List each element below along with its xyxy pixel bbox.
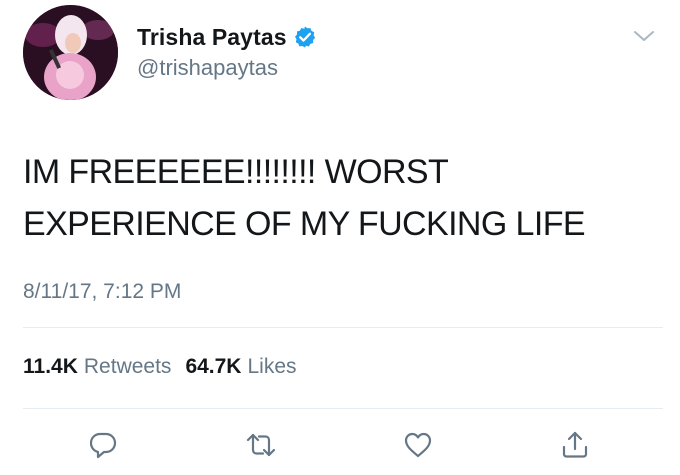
tweet-stats: 11.4K Retweets 64.7K Likes	[23, 355, 311, 379]
user-handle[interactable]: @trishapaytas	[137, 55, 317, 81]
display-name[interactable]: Trisha Paytas	[137, 24, 287, 51]
tweet-text: IM FREEEEEE!!!!!!!! WORST EXPERIENCE OF …	[23, 153, 586, 243]
reply-icon	[87, 429, 119, 466]
share-button[interactable]	[555, 427, 595, 467]
like-button[interactable]	[398, 427, 438, 467]
chevron-down-icon[interactable]	[633, 29, 655, 43]
retweet-button[interactable]	[241, 427, 281, 467]
retweets-label[interactable]: Retweets	[84, 355, 172, 379]
retweets-count[interactable]: 11.4K	[23, 355, 78, 379]
tweet-card: Trisha Paytas @trishapaytas IM FREEEEEE!…	[0, 0, 680, 475]
verified-badge-icon	[293, 25, 317, 49]
tweet-timestamp[interactable]: 8/11/17, 7:12 PM	[23, 280, 181, 304]
likes-count[interactable]: 64.7K	[185, 355, 241, 379]
retweet-icon	[244, 429, 278, 466]
reply-button[interactable]	[83, 427, 123, 467]
share-icon	[559, 429, 591, 466]
avatar-image	[23, 5, 118, 100]
avatar[interactable]	[23, 5, 118, 100]
heart-icon	[402, 429, 434, 466]
user-info[interactable]: Trisha Paytas @trishapaytas	[137, 22, 317, 81]
action-bar	[0, 427, 680, 467]
divider	[23, 327, 663, 328]
likes-label[interactable]: Likes	[247, 355, 296, 379]
divider	[23, 408, 663, 409]
display-name-row: Trisha Paytas	[137, 22, 317, 52]
